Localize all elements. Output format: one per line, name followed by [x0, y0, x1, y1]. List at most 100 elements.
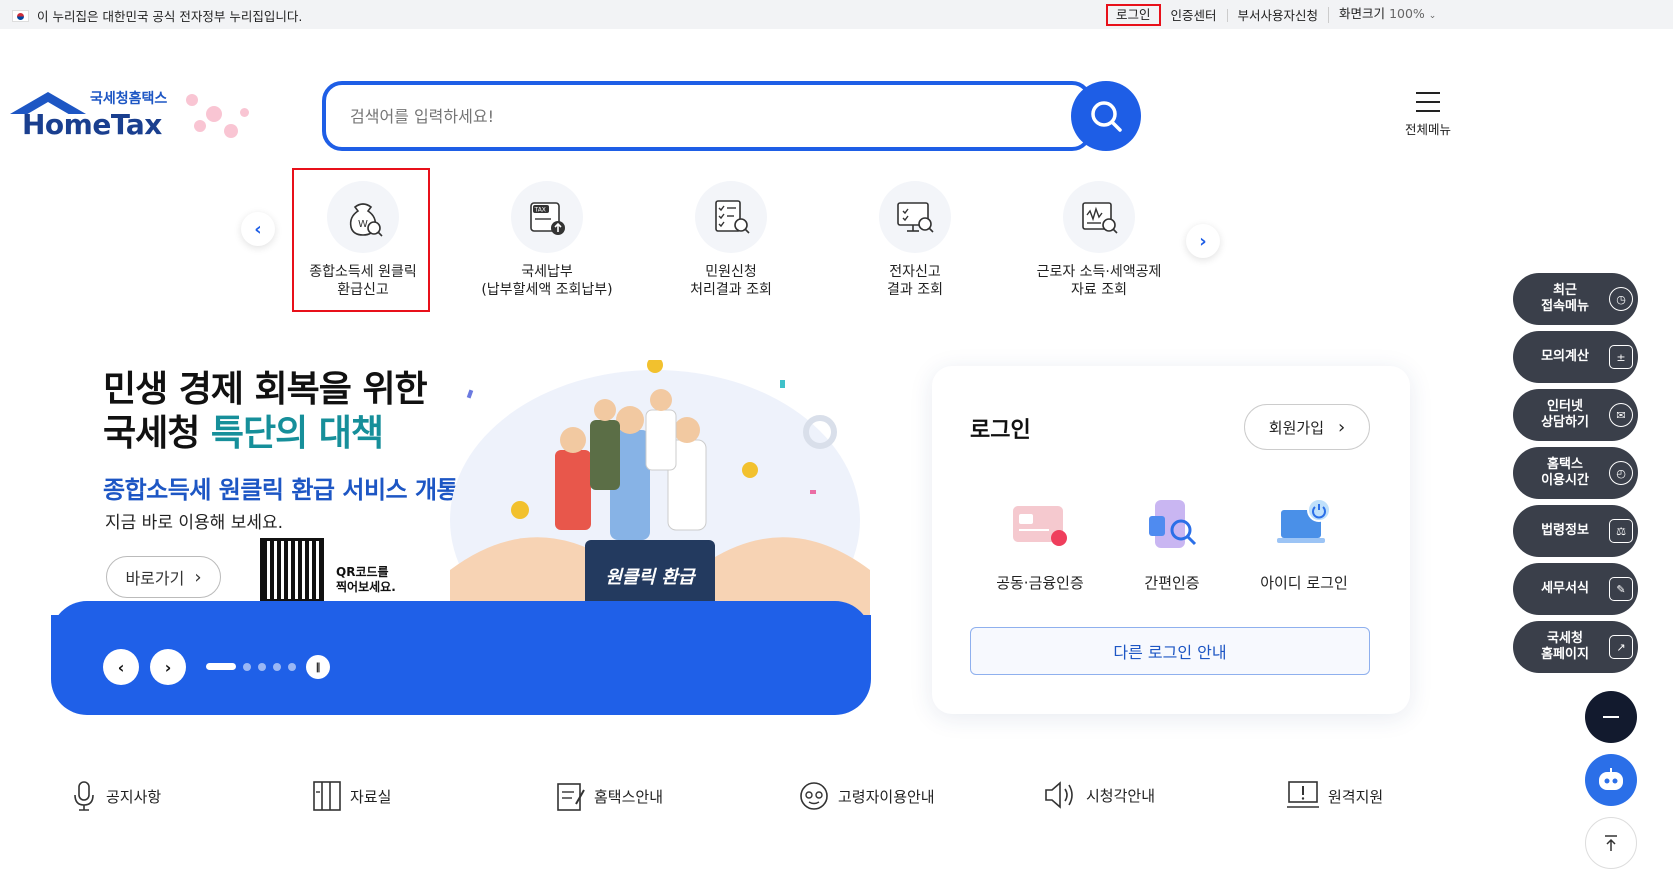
login-option-simple[interactable]: 간편인증 [1107, 494, 1237, 593]
quick-label: 모의계산 [1541, 349, 1589, 364]
blossom-icon [186, 94, 198, 106]
all-menu-label: 전체메뉴 [1404, 122, 1451, 137]
quick-next-button[interactable]: › [1186, 224, 1220, 258]
chevron-left-icon: ‹ [117, 657, 125, 677]
quick-item-civil-petition[interactable]: 민원신청 처리결과 조회 [646, 181, 816, 299]
quick-label: 인터넷 상담하기 [1541, 399, 1589, 430]
cert-center-link[interactable]: 인증센터 [1161, 9, 1227, 22]
chevron-left-icon: ‹ [254, 218, 262, 240]
util-links: 로그인 인증센터 부서사용자신청 화면크기 100% ⌄ [1106, 4, 1446, 26]
gavel-icon: ⚖ [1609, 519, 1633, 543]
brand-ko: 국세청홈택스 [90, 91, 168, 107]
quick-item-e-filing-result[interactable]: 전자신고 결과 조회 [830, 181, 1000, 299]
login-link[interactable]: 로그인 [1106, 4, 1161, 26]
monitor-search-icon [879, 181, 951, 253]
scroll-top-button[interactable] [1585, 817, 1637, 869]
speaker-icon [1045, 781, 1073, 809]
go-label: 바로가기 [125, 569, 185, 588]
login-panel: 로그인 회원가입 › 공동·금융인증 간편인증 아이디 로그인 다른 로그인 안… [932, 366, 1410, 714]
banner-subtitle: 종합소득세 원클릭 환급 서비스 개통 [103, 476, 459, 504]
bottom-link-label: 공지사항 [106, 787, 162, 806]
quick-label: 홈택스 이용시간 [1541, 457, 1589, 488]
search-box [322, 81, 1092, 151]
quick-item-worker-deduction[interactable]: 근로자 소득·세액공제 자료 조회 [1014, 181, 1184, 299]
elderly-guide-link[interactable]: 고령자이용안내 [798, 780, 935, 812]
banner-pause-button[interactable]: ‖ [306, 655, 330, 679]
quick-prev-button[interactable]: ‹ [241, 212, 275, 246]
remote-support-link[interactable]: 원격지원 [1286, 780, 1383, 812]
quick-tax-forms[interactable]: 세무서식 ✎ [1513, 563, 1638, 615]
zoom-label: 화면크기 [1339, 6, 1386, 21]
all-menu-button[interactable]: 전체메뉴 [1398, 92, 1458, 138]
banner-line1: 민생 경제 회복을 위한 [103, 369, 428, 410]
banner-go-button[interactable]: 바로가기 › [106, 556, 221, 598]
audiovisual-guide-link[interactable]: 시청각안내 [1044, 780, 1155, 810]
pause-icon: ‖ [315, 661, 321, 673]
quick-recent-menu[interactable]: 최근 접속메뉴 ◷ [1513, 273, 1638, 325]
minus-icon [1603, 716, 1619, 718]
arrow-up-icon [1605, 835, 1617, 851]
building-link-icon: ↗ [1609, 635, 1633, 659]
login-option-id[interactable]: 아이디 로그인 [1239, 494, 1369, 593]
banner-line2-highlight: 특단의 대책 [210, 413, 384, 454]
alarm-icon: ◴ [1609, 461, 1633, 485]
quick-internet-consult[interactable]: 인터넷 상담하기 ✉ [1513, 389, 1638, 441]
slide-dot[interactable] [273, 663, 281, 671]
quick-label: 국세청 홈페이지 [1541, 631, 1589, 662]
slide-dot[interactable] [258, 663, 266, 671]
slide-dot-active[interactable] [206, 663, 236, 670]
quick-law-info[interactable]: 법령정보 ⚖ [1513, 505, 1638, 557]
gov-notice: 이 누리집은 대한민국 공식 전자정부 누리집입니다. [12, 6, 302, 25]
quick-hometax-hours[interactable]: 홈택스 이용시간 ◴ [1513, 447, 1638, 499]
elderly-face-icon [800, 782, 828, 810]
checklist-search-icon [695, 181, 767, 253]
slide-dot[interactable] [288, 663, 296, 671]
quick-item-tax-payment[interactable]: TAX 국세납부 (납부할세액 조회납부) [462, 181, 632, 299]
tax-document-upload-icon: TAX [511, 181, 583, 253]
hometax-guide-link[interactable]: 홈택스안내 [556, 780, 663, 812]
login-option-certificate[interactable]: 공동·금융인증 [975, 494, 1105, 593]
gov-notice-text: 이 누리집은 대한민국 공식 전자정부 누리집입니다. [37, 9, 303, 24]
search-button[interactable] [1071, 81, 1141, 151]
login-option-label: 공동·금융인증 [996, 574, 1084, 592]
slide-dot[interactable] [243, 663, 251, 671]
banner-description: 지금 바로 이용해 보세요. [105, 513, 284, 533]
search-input[interactable] [350, 101, 1010, 131]
microphone-icon [74, 781, 94, 811]
qr-code-image [260, 538, 324, 602]
data-room-link[interactable]: 자료실 [312, 780, 391, 812]
clock-icon: ◷ [1609, 287, 1633, 311]
quick-label: 국세납부 (납부할세액 조회납부) [481, 264, 613, 298]
quick-nts-homepage[interactable]: 국세청 홈페이지 ↗ [1513, 621, 1638, 673]
banner-next-button[interactable]: › [150, 649, 186, 685]
join-button[interactable]: 회원가입 › [1244, 404, 1370, 450]
bottom-link-label: 홈택스안내 [594, 787, 664, 806]
zoom-control[interactable]: 화면크기 100% ⌄ [1328, 7, 1446, 23]
monitor-alert-icon [1287, 781, 1319, 808]
dept-user-link[interactable]: 부서사용자신청 [1226, 8, 1329, 22]
other-login-guide-button[interactable]: 다른 로그인 안내 [970, 627, 1370, 675]
korea-flag-icon [12, 9, 29, 22]
banner-headline: 민생 경제 회복을 위한 국세청 특단의 대책 [103, 368, 428, 456]
login-title: 로그인 [970, 418, 1031, 443]
document-edit-icon [557, 783, 585, 811]
quick-mock-calc[interactable]: 모의계산 ± [1513, 331, 1638, 383]
collapse-quick-button[interactable] [1585, 691, 1637, 743]
receipt-search-icon [1063, 181, 1135, 253]
banner-line2-plain: 국세청 [103, 413, 211, 454]
banner-prev-button[interactable]: ‹ [103, 649, 139, 685]
quick-label: 전자신고 결과 조회 [887, 264, 943, 298]
certificate-card-icon [1009, 494, 1071, 556]
svg-text:TAX: TAX [534, 207, 546, 214]
notice-link[interactable]: 공지사항 [70, 780, 161, 812]
chatbot-button[interactable] [1585, 754, 1637, 806]
join-label: 회원가입 [1268, 418, 1324, 437]
form-edit-icon: ✎ [1609, 577, 1633, 601]
bottom-link-label: 원격지원 [1328, 787, 1384, 806]
quick-item-highlight-box [292, 168, 430, 312]
quick-label: 근로자 소득·세액공제 자료 조회 [1036, 264, 1162, 298]
hometax-logo[interactable]: 국세청홈택스 HomeTax [10, 86, 250, 146]
qr-caption: QR코드를 찍어보세요. [336, 565, 396, 594]
brand-en: HomeTax [22, 108, 162, 141]
login-option-label: 아이디 로그인 [1260, 574, 1348, 592]
